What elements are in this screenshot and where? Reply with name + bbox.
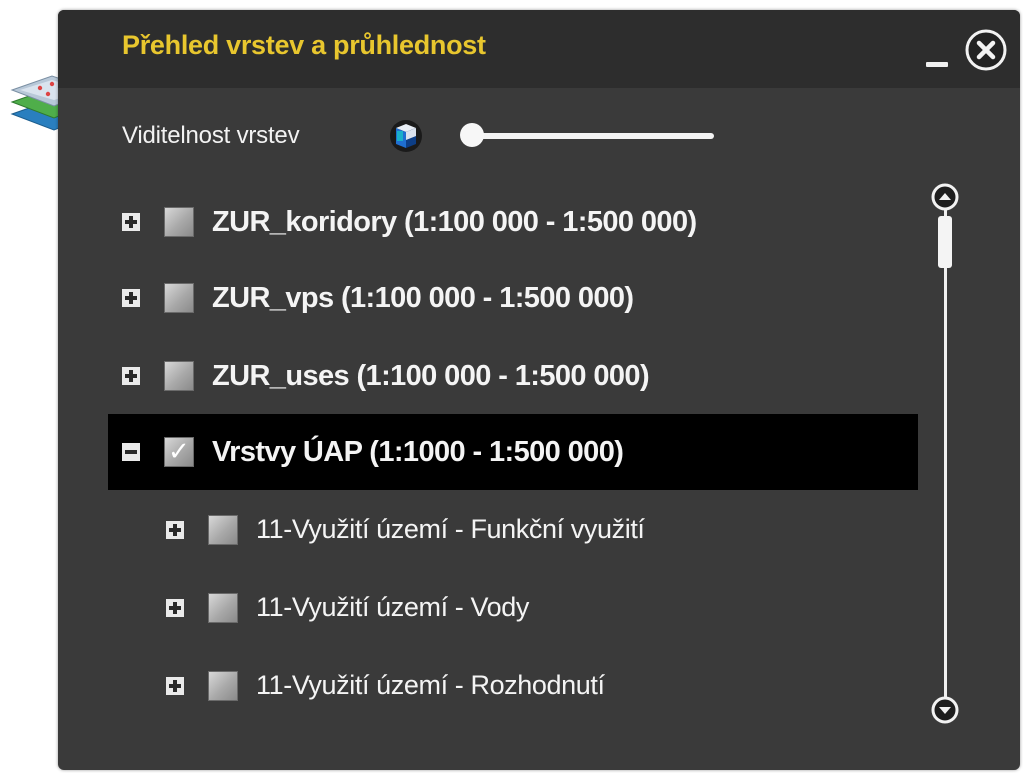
layer-label: ZUR_koridory (1:100 000 - 1:500 000) xyxy=(212,206,697,238)
layer-tree: ZUR_koridory (1:100 000 - 1:500 000) ZUR… xyxy=(108,180,918,725)
close-icon xyxy=(965,29,1007,71)
opacity-cube-icon[interactable] xyxy=(384,118,428,154)
expand-plus-icon[interactable] xyxy=(166,599,184,617)
layer-label: ZUR_vps (1:100 000 - 1:500 000) xyxy=(212,282,634,314)
scroll-up-icon xyxy=(931,183,959,211)
opacity-slider-track[interactable] xyxy=(466,133,714,139)
layer-label: 11-Využití území - Vody xyxy=(256,592,529,622)
expand-plus-icon[interactable] xyxy=(122,213,140,231)
tree-row[interactable]: ZUR_uses (1:100 000 - 1:500 000) xyxy=(108,338,918,414)
collapse-minus-icon[interactable] xyxy=(122,443,140,461)
expand-plus-icon[interactable] xyxy=(166,521,184,539)
tree-scrollbar[interactable] xyxy=(930,180,964,728)
tree-row[interactable]: ZUR_koridory (1:100 000 - 1:500 000) xyxy=(108,184,918,260)
layer-checkbox[interactable] xyxy=(164,207,194,237)
minimize-icon xyxy=(926,62,948,67)
layer-checkbox-checked[interactable]: ✓ xyxy=(164,436,194,467)
expand-plus-icon[interactable] xyxy=(122,289,140,307)
layer-label: ZUR_uses (1:100 000 - 1:500 000) xyxy=(212,360,650,392)
layer-checkbox[interactable] xyxy=(164,361,194,391)
scroll-down-button[interactable] xyxy=(930,695,960,725)
minimize-button[interactable] xyxy=(924,52,950,76)
expand-plus-icon[interactable] xyxy=(166,677,184,695)
layer-checkbox[interactable] xyxy=(208,671,238,701)
scrollbar-track[interactable] xyxy=(944,210,947,698)
tree-row[interactable]: 11-Využití území - Funkční využití xyxy=(108,492,918,568)
scroll-up-button[interactable] xyxy=(930,182,960,212)
opacity-slider-thumb[interactable] xyxy=(460,123,484,147)
layer-checkbox[interactable] xyxy=(208,515,238,545)
visibility-label: Viditelnost vrstev xyxy=(122,122,300,149)
tree-row[interactable]: 11-Využití území - Vody xyxy=(108,570,918,646)
tree-row[interactable]: ZUR_vps (1:100 000 - 1:500 000) xyxy=(108,260,918,336)
expand-plus-icon[interactable] xyxy=(122,367,140,385)
layer-label: Vrstvy ÚAP (1:1000 - 1:500 000) xyxy=(212,436,624,468)
panel-title: Přehled vrstev a průhlednost xyxy=(122,30,486,60)
tree-row[interactable]: 11-Využití území - Rozhodnutí xyxy=(108,648,918,724)
layer-label: 11-Využití území - Funkční využití xyxy=(256,514,645,544)
layer-checkbox[interactable] xyxy=(164,283,194,313)
layer-checkbox[interactable] xyxy=(208,593,238,623)
layer-label: 11-Využití území - Rozhodnutí xyxy=(256,670,605,700)
tree-row-selected[interactable]: ✓ Vrstvy ÚAP (1:1000 - 1:500 000) xyxy=(108,414,918,490)
close-button[interactable] xyxy=(964,28,1008,72)
check-mark-icon: ✓ xyxy=(168,436,190,466)
scrollbar-thumb[interactable] xyxy=(938,216,952,268)
scroll-down-icon xyxy=(931,696,959,724)
panel-titlebar[interactable]: Přehled vrstev a průhlednost xyxy=(58,10,1020,88)
